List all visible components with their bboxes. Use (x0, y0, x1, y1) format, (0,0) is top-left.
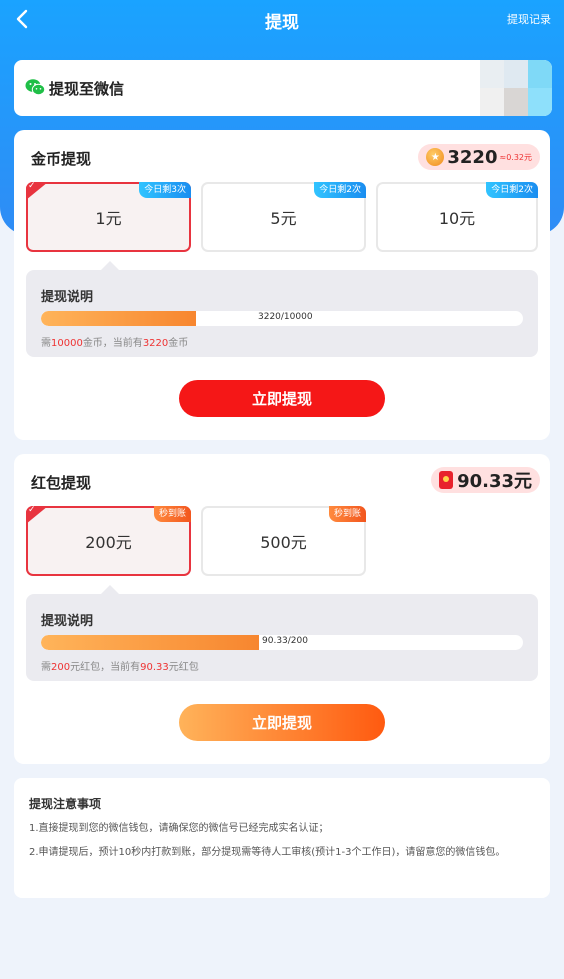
redpack-section-title: 红包提现 (31, 474, 92, 492)
redpack-option-200[interactable]: ✓ 秒到账 200元 (26, 506, 191, 576)
coin-option-5[interactable]: 今日剩2次 5元 (201, 182, 366, 252)
coin-withdraw-card: 金币提现 ★ 3220 ≈0.32元 ✓ 今日剩3次 1元 今日剩2次 5元 今… (14, 130, 550, 440)
redpack-info-box: 提现说明 90.33/200 需200元红包，当前有90.33元红包 (26, 585, 538, 681)
page-title: 提现 (265, 13, 299, 33)
option-tag: 秒到账 (153, 506, 191, 522)
option-tag: 今日剩3次 (139, 182, 191, 198)
coin-balance-value: 3220 (447, 146, 498, 168)
option-tag: 今日剩2次 (314, 182, 366, 198)
redpack-withdraw-card: 红包提现 90.33元 ✓ 秒到账 200元 秒到账 500元 提现说明 90.… (14, 454, 550, 764)
info-title: 提现说明 (41, 290, 94, 305)
notes-card: 提现注意事项 1.直接提现到您的微信钱包，请确保您的微信号已经完成实名认证； 2… (14, 778, 550, 898)
notes-line-1: 1.直接提现到您的微信钱包，请确保您的微信号已经完成实名认证； (29, 823, 329, 834)
notes-line-2: 2.申请提现后，预计10秒内打款到账，部分提现需等待人工审核(预计1-3个工作日… (29, 847, 506, 858)
coin-progress-fill (41, 311, 196, 326)
red-packet-icon (439, 471, 454, 489)
coin-option-1[interactable]: ✓ 今日剩3次 1元 (26, 182, 191, 252)
option-amount: 10元 (438, 209, 476, 228)
coin-progress-text: 3220/10000 (258, 312, 313, 322)
option-amount: 5元 (270, 209, 297, 228)
redpack-progress-text: 90.33/200 (262, 636, 308, 646)
wechat-icon (25, 79, 45, 96)
redpack-option-500[interactable]: 秒到账 500元 (201, 506, 366, 576)
option-tag: 今日剩2次 (486, 182, 538, 198)
check-icon: ✓ (26, 506, 48, 524)
redpack-withdraw-button[interactable]: 立即提现 (179, 704, 385, 741)
top-bar: 提现 提现记录 (0, 0, 564, 40)
coin-icon: ★ (426, 148, 445, 166)
coin-balance: ★ 3220 ≈0.32元 (418, 144, 540, 170)
coin-info-note: 需10000金币，当前有3220金币 (41, 338, 189, 349)
redpack-balance-value: 90.33元 (457, 471, 532, 492)
coin-balance-equivalent: ≈0.32元 (499, 152, 532, 162)
check-icon: ✓ (26, 182, 48, 200)
coin-option-10[interactable]: 今日剩2次 10元 (376, 182, 538, 252)
option-amount: 500元 (260, 533, 307, 552)
coin-info-box: 提现说明 3220/10000 需10000金币，当前有3220金币 (26, 261, 538, 357)
redpack-balance: 90.33元 (431, 467, 540, 493)
coin-section-title: 金币提现 (31, 150, 92, 168)
avatar (480, 60, 552, 116)
coin-progress-bar: 3220/10000 (41, 311, 523, 326)
info-pointer (100, 585, 120, 595)
redpack-progress-bar: 90.33/200 (41, 635, 523, 650)
info-title: 提现说明 (41, 614, 94, 629)
withdraw-record-link[interactable]: 提现记录 (507, 11, 551, 27)
wechat-label: 提现至微信 (49, 80, 125, 98)
notes-title: 提现注意事项 (29, 797, 102, 811)
coin-withdraw-button[interactable]: 立即提现 (179, 380, 385, 417)
wechat-account-card[interactable]: 提现至微信 (14, 60, 552, 116)
option-amount: 200元 (85, 533, 132, 552)
redpack-info-note: 需200元红包，当前有90.33元红包 (41, 662, 199, 673)
option-amount: 1元 (95, 209, 122, 228)
redpack-progress-fill (41, 635, 259, 650)
option-tag: 秒到账 (328, 506, 366, 522)
info-pointer (100, 261, 120, 271)
